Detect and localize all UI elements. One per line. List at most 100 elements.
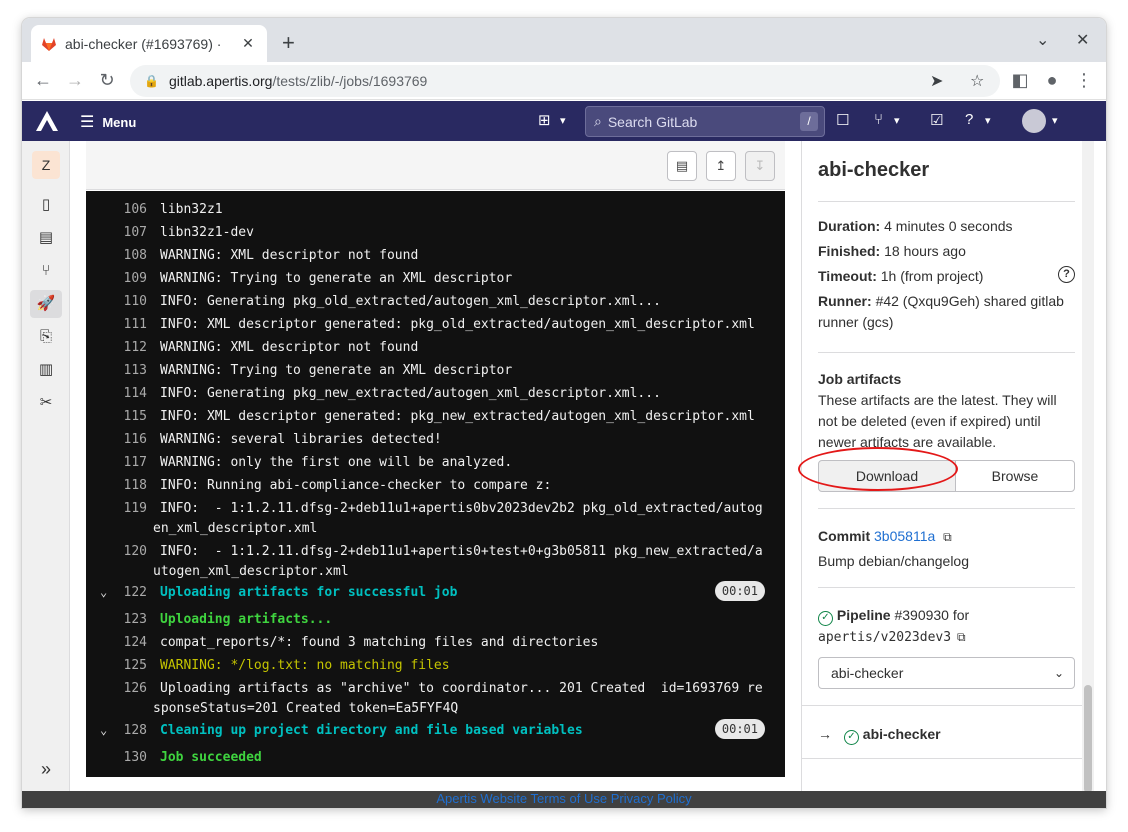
help-icon[interactable]: ? [965,111,973,128]
project-sidebar: Z ▯ ▤ ⑂ 🚀 ⎘ ▥ ✂ » [22,141,70,808]
issues-icon[interactable]: ☐ [836,111,849,129]
status-success-icon: ✓ [843,730,859,745]
user-avatar[interactable] [1022,109,1046,133]
copy-icon[interactable]: ⧉ [957,630,966,644]
browser-window: abi-checker (#1693769) · ✕ + ⌄ ✕ ← → ↻ 🔒… [22,18,1106,808]
window-close-icon[interactable]: ✕ [1076,30,1089,50]
gitlab-favicon-icon [42,37,56,51]
page-footer: Apertis Website Terms of Use Privacy Pol… [22,791,1106,808]
search-input[interactable]: ⌕ Search GitLab / [585,106,825,137]
send-icon[interactable]: ➤ [930,71,943,91]
scroll-up-icon: ↥ [715,158,727,173]
show-raw-button[interactable]: ▤ [667,151,697,181]
artifacts-title: Job artifacts [818,371,902,387]
scrollbar-thumb[interactable] [1084,685,1092,793]
rocket-icon: 🚀 [36,295,56,312]
new-tab-button[interactable]: + [282,30,295,56]
menu-label: Menu [102,114,137,130]
tab-close-icon[interactable]: ✕ [239,35,257,52]
merge-requests-icon[interactable]: ⑂ [874,111,883,128]
pipeline-ref: apertis/v2023dev3 ⧉ [818,630,966,645]
artifacts-description: These artifacts are the latest. They wil… [818,392,1057,450]
create-new-icon[interactable]: ⊞ [538,111,551,129]
help-icon[interactable]: ? [1058,266,1075,283]
divider [818,201,1075,202]
section-duration-badge: 00:01 [714,719,765,739]
gitlab-navbar: ☰ Menu ⊞ ▾ ⌕ Search GitLab / ☐ ⑂ ▾ ☑ ? ▾… [22,101,1106,141]
deployments-icon: ⎘ [39,328,52,345]
tab-title: abi-checker (#1693769) · [65,35,222,52]
section-duration-badge: 00:01 [714,581,765,601]
sidebar-item-merge-requests[interactable]: ⑂ [30,257,62,285]
divider [818,508,1075,509]
sidebar-item-analytics[interactable]: ▥ [30,356,62,384]
divider [818,352,1075,353]
scroll-down-icon: ↧ [754,158,766,173]
raw-file-icon: ▤ [675,158,689,173]
browse-artifacts-button[interactable]: Browse [955,460,1075,492]
collapse-sidebar-button[interactable]: » [30,755,62,783]
chevron-down-icon[interactable]: ⌄ [100,585,107,599]
job-commit: Commit 3b05811a ⧉ [818,528,952,544]
issues-icon: ▤ [38,229,54,246]
chevron-down-icon[interactable]: ⌄ [100,723,107,737]
browser-tab[interactable]: abi-checker (#1693769) · ✕ [31,25,267,62]
arrow-right-icon: → [818,726,832,742]
chevron-down-icon[interactable]: ▾ [1052,114,1058,127]
pipeline-id[interactable]: #390930 [894,607,949,623]
job-timeout: Timeout: 1h (from project) [818,268,984,284]
commit-message: Bump debian/changelog [818,553,970,569]
back-icon[interactable]: ← [32,70,54,91]
job-log-toolbar: ▤ ↥ ↧ [86,141,785,190]
hamburger-icon: ☰ [80,114,95,131]
project-avatar[interactable]: Z [32,151,60,179]
job-log: 106 libn32z1 107 libn32z1-dev 108 WARNING: … [86,191,785,777]
status-success-icon: ✓ [818,611,833,626]
todos-icon[interactable]: ☑ [930,111,943,129]
scroll-to-top-button[interactable]: ↥ [706,151,736,181]
chart-icon: ▥ [38,361,54,378]
browser-menu-icon[interactable]: ⋮ [1073,70,1095,91]
double-chevron-right-icon: » [40,759,51,779]
sidebar-item-repository[interactable]: ▯ [30,191,62,219]
chevron-down-icon[interactable]: ▾ [560,114,566,127]
divider [802,705,1083,706]
bookmark-star-icon[interactable]: ☆ [970,71,984,91]
url-path: /tests/zlib/-/jobs/1693769 [272,73,428,89]
reload-icon[interactable]: ↻ [96,70,118,91]
apertis-logo-icon[interactable] [34,109,60,133]
sidebar-item-snippets[interactable]: ✂ [30,389,62,417]
job-finished: Finished: 18 hours ago [818,243,966,259]
forward-icon[interactable]: → [64,70,86,91]
menu-button[interactable]: ☰ Menu [80,112,136,132]
address-bar[interactable]: 🔒 gitlab.apertis.org/tests/zlib/-/jobs/1… [130,65,1000,97]
job-title: abi-checker [818,159,930,181]
profile-icon[interactable]: ● [1041,70,1063,91]
footer-links[interactable]: Apertis Website Terms of Use Privacy Pol… [436,791,691,806]
scroll-to-bottom-button[interactable]: ↧ [745,151,775,181]
job-duration: Duration: 4 minutes 0 seconds [818,218,1013,234]
scissors-icon: ✂ [39,394,53,411]
annotation-highlight [798,447,958,491]
chevron-down-icon[interactable]: ▾ [985,114,991,127]
chevron-down-icon[interactable]: ▾ [894,114,900,127]
divider [802,758,1083,759]
sidebar-scrollbar[interactable] [1082,141,1094,808]
sidebar-item-issues[interactable]: ▤ [30,224,62,252]
commit-sha-link[interactable]: 3b05811a [874,528,935,544]
copy-icon[interactable]: ⧉ [943,530,952,544]
job-sidebar: abi-checker Duration: 4 minutes 0 second… [798,141,1094,808]
browser-toolbar: ← → ↻ 🔒 gitlab.apertis.org/tests/zlib/-/… [22,62,1106,100]
sidebar-item-deployments[interactable]: ⎘ [30,323,62,351]
sidebar-item-ci-cd[interactable]: 🚀 [30,290,62,318]
merge-request-icon: ⑂ [41,262,51,279]
main-content: ▤ ↥ ↧ 106 libn32z1 107 libn32z1-dev 108 WAR… [71,141,1094,808]
stage-select[interactable]: abi-checker ⌄ [818,657,1075,689]
search-shortcut-badge: / [800,112,818,131]
search-icon: ⌕ [594,113,602,129]
side-panel-icon[interactable]: ◧ [1009,70,1031,91]
job-list-item[interactable]: → ✓ abi-checker [818,724,1078,745]
divider [818,587,1075,588]
tab-list-chevron-icon[interactable]: ⌄ [1036,30,1049,50]
tab-strip: abi-checker (#1693769) · ✕ + ⌄ ✕ [22,18,1106,62]
